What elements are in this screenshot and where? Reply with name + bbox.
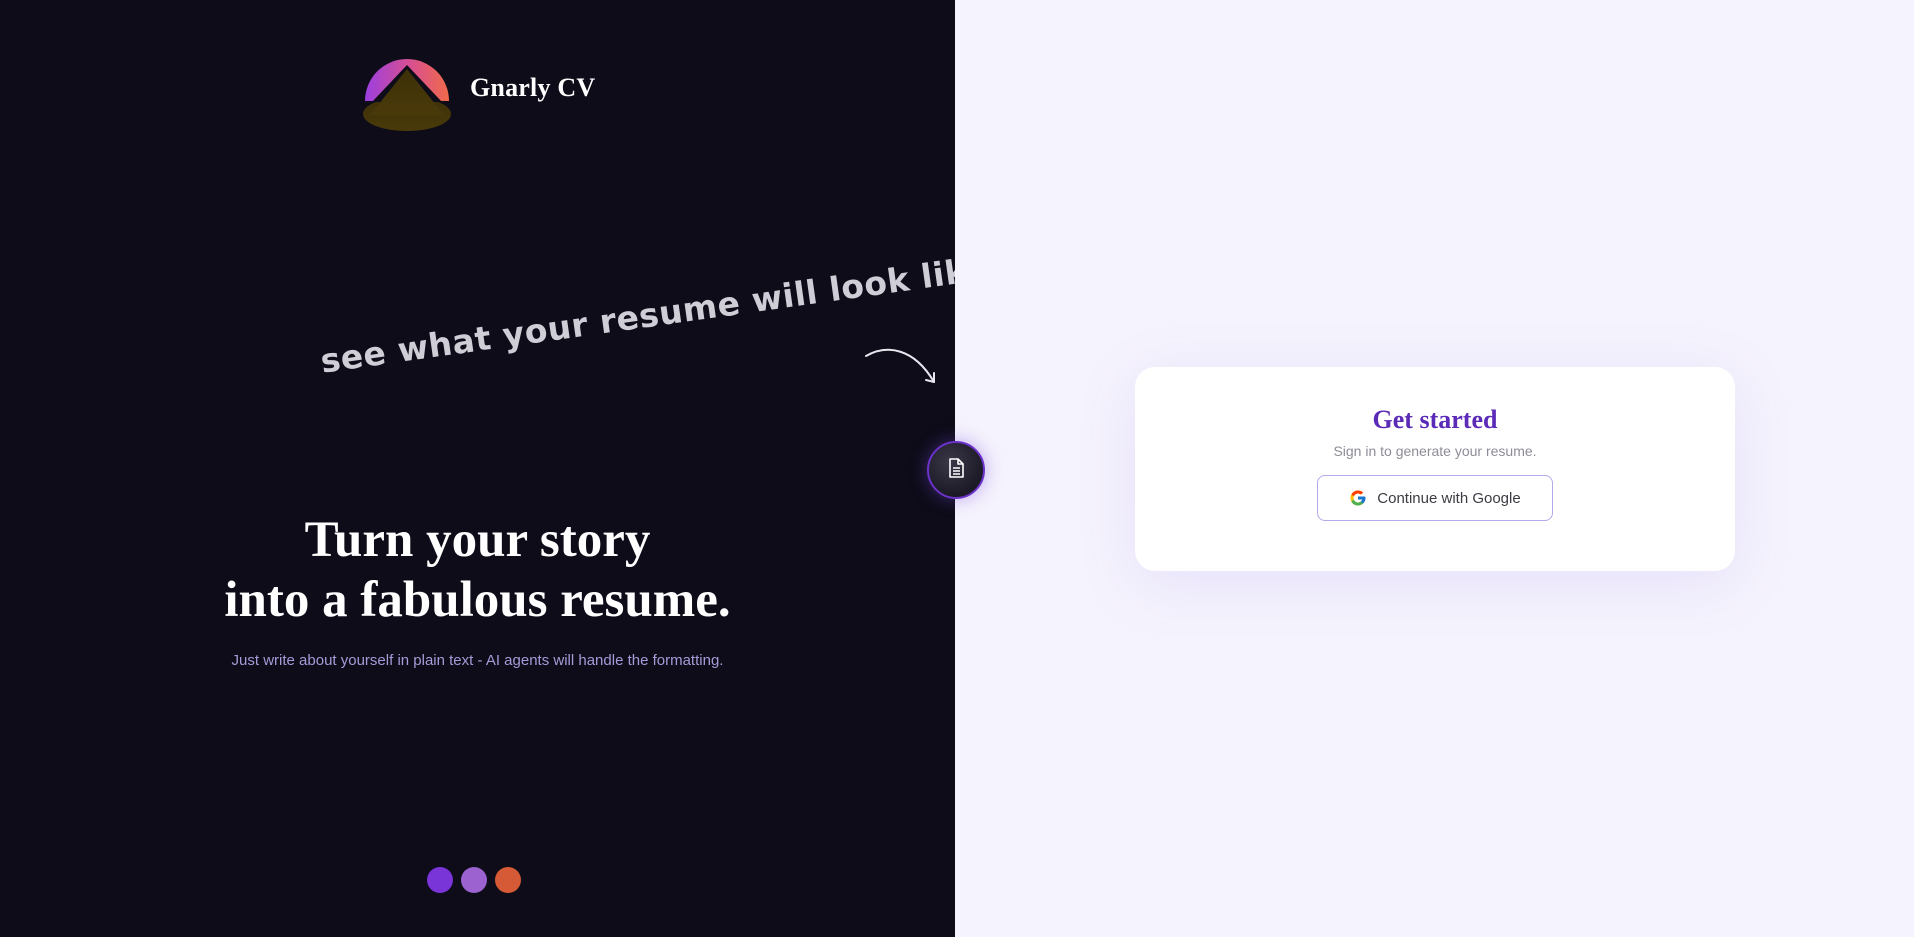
- auth-panel: Get started Sign in to generate your res…: [955, 0, 1914, 937]
- slide-indicator: [427, 867, 521, 893]
- preview-toggle-button[interactable]: [927, 441, 985, 499]
- brand-name: Gnarly CV: [470, 72, 596, 102]
- google-button-label: Continue with Google: [1377, 489, 1521, 507]
- google-icon: [1349, 489, 1367, 507]
- sign-in-card: Get started Sign in to generate your res…: [1135, 367, 1735, 571]
- google-sign-in-button[interactable]: Continue with Google: [1317, 475, 1553, 521]
- headline-line-2: into a fabulous resume.: [224, 572, 731, 628]
- card-subtitle: Sign in to generate your resume.: [1333, 443, 1537, 459]
- document-icon: [947, 457, 965, 483]
- indicator-dot[interactable]: [495, 867, 521, 893]
- hero-subtitle: Just write about yourself in plain text …: [231, 652, 724, 669]
- preview-hint-text: see what your resume will look like: [318, 248, 955, 381]
- indicator-dot[interactable]: [427, 867, 453, 893]
- curved-arrow-icon: [862, 344, 938, 395]
- brand: Gnarly CV: [362, 57, 595, 132]
- hero-headline: Turn your story into a fabulous resume.: [0, 510, 955, 630]
- card-title: Get started: [1372, 405, 1498, 434]
- indicator-dot[interactable]: [461, 867, 487, 893]
- login-page: Gnarly CV see what your resume will look…: [0, 0, 1914, 937]
- headline-line-1: Turn your story: [304, 512, 651, 568]
- hero-panel: Gnarly CV see what your resume will look…: [0, 0, 955, 937]
- mountain-logo-icon: [362, 57, 452, 132]
